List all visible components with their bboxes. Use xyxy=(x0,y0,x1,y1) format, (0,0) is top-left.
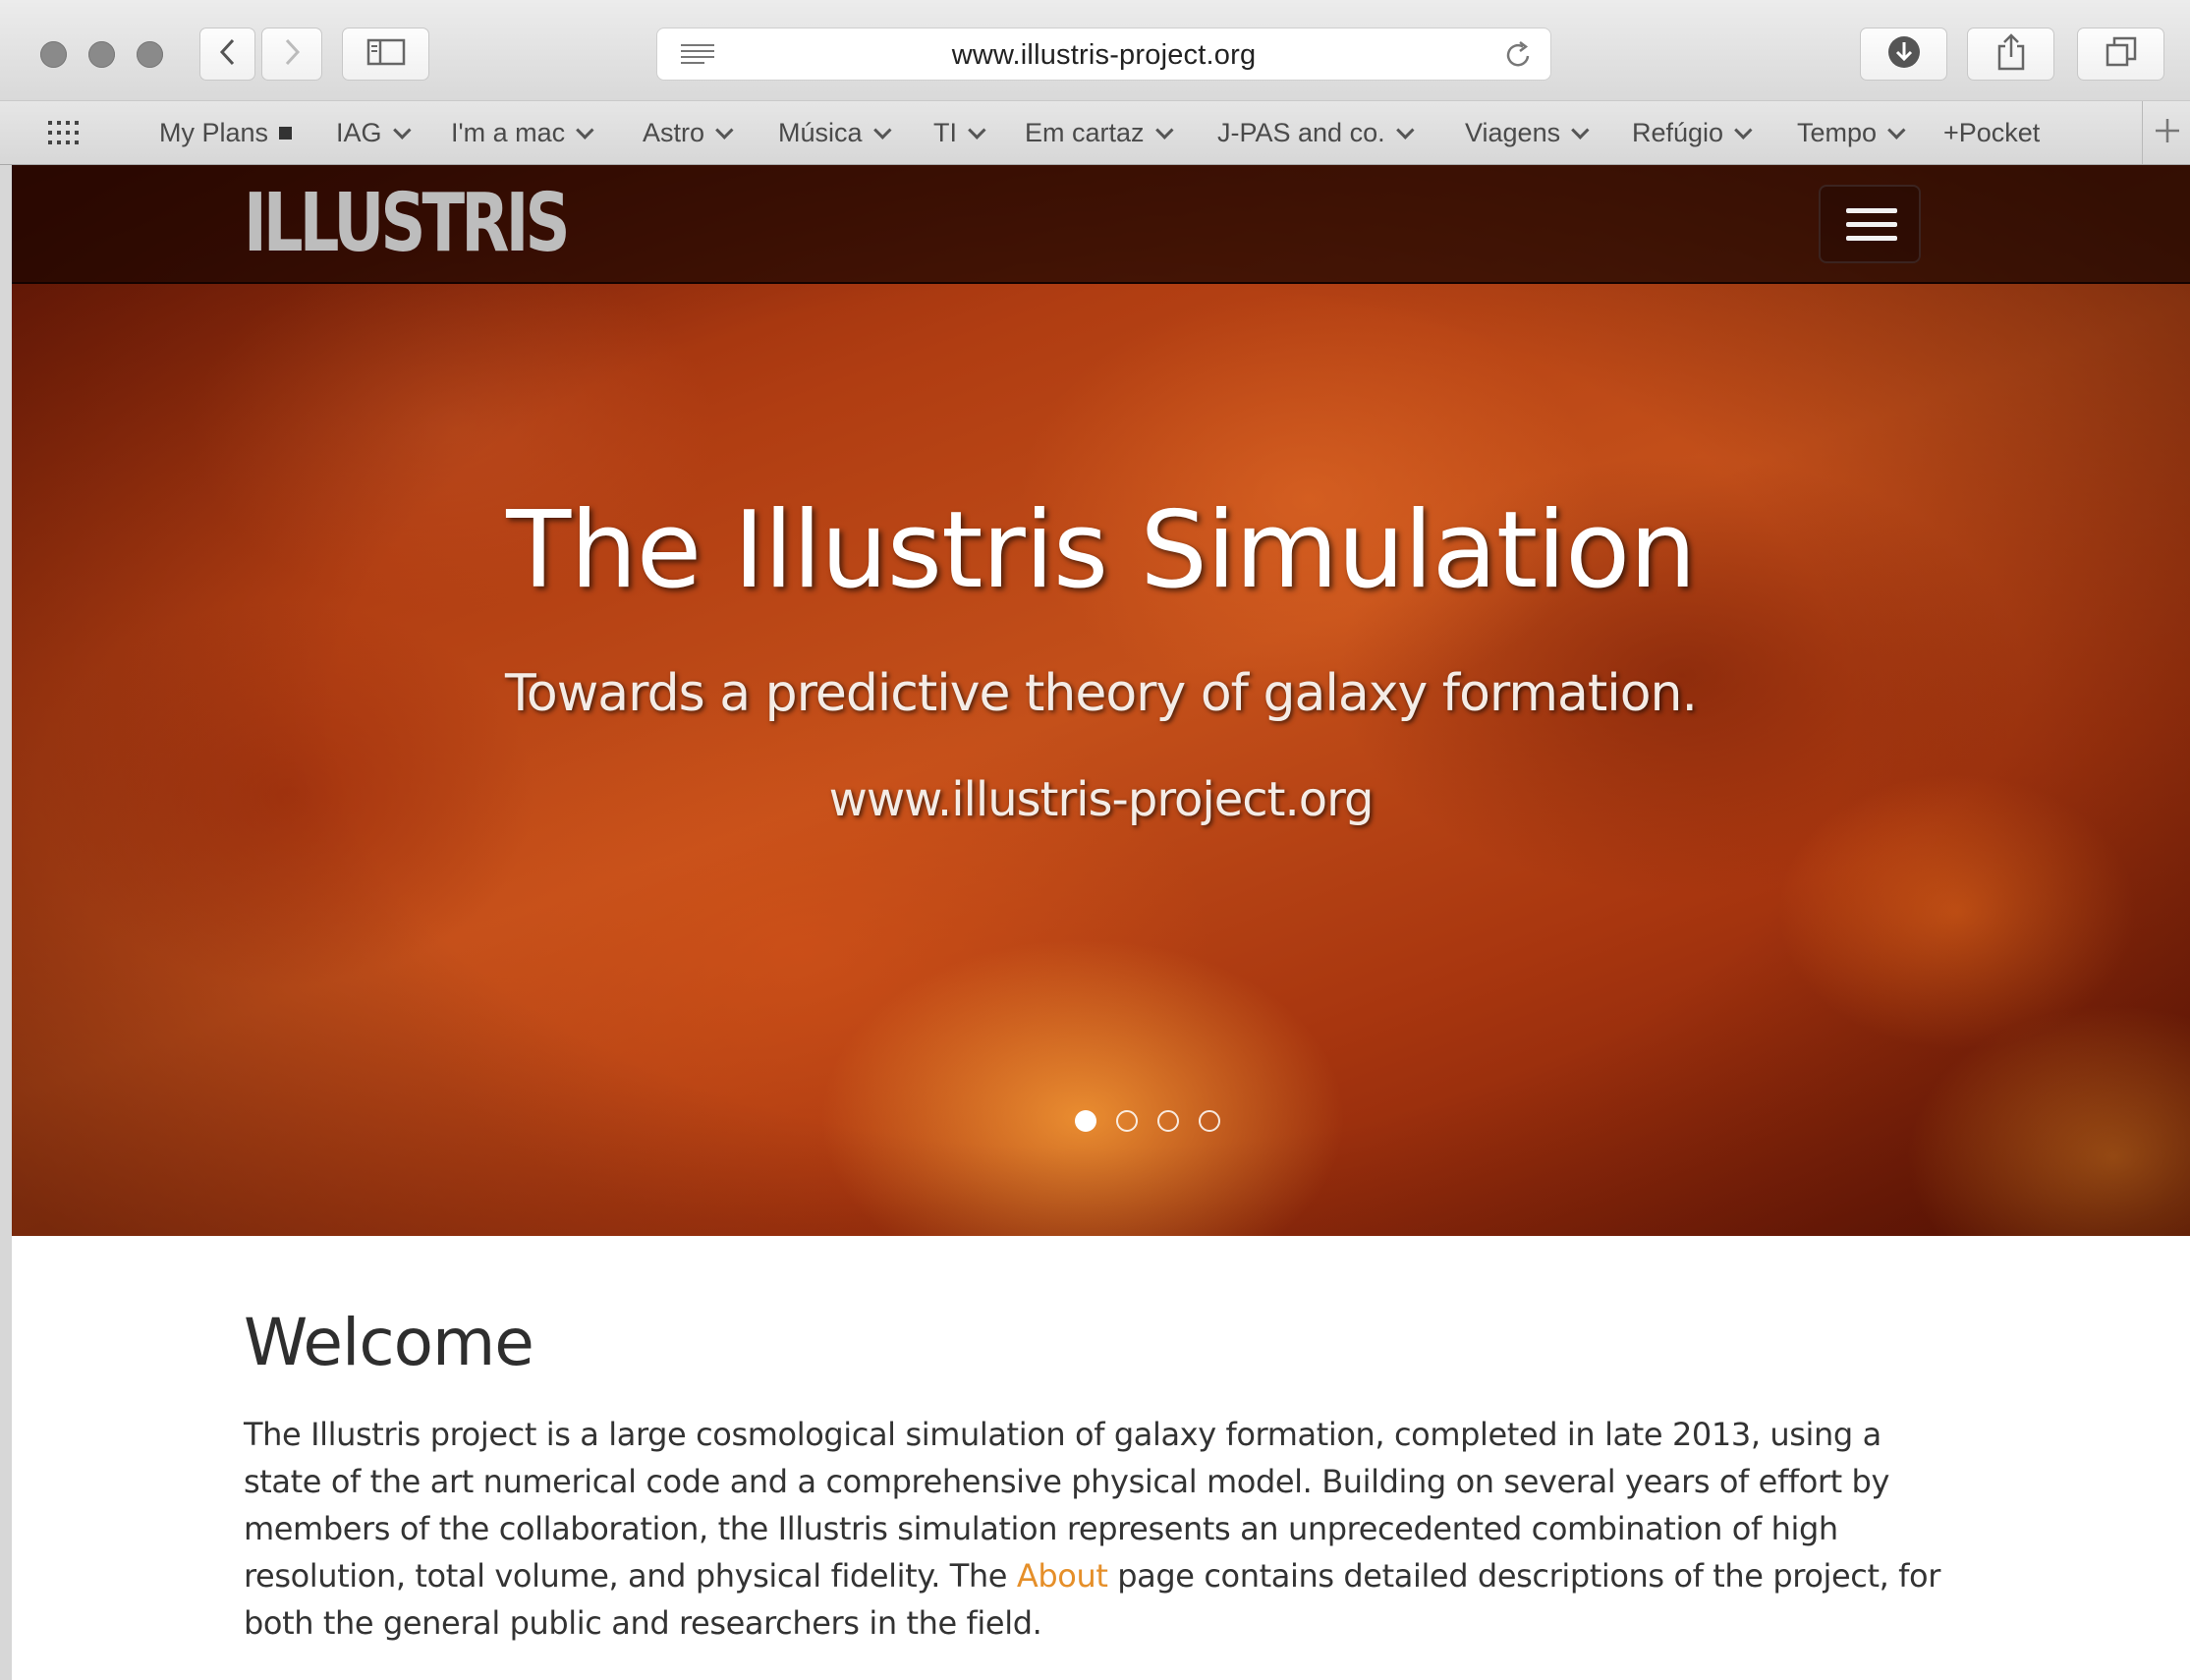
site-logo[interactable]: ILLUSTRIS xyxy=(244,184,571,264)
hero-subtitle: Towards a predictive theory of galaxy fo… xyxy=(504,664,1698,723)
bookmark-folder-tempo[interactable]: Tempo xyxy=(1797,101,1906,164)
bookmark-label: Música xyxy=(778,118,863,147)
bookmark-folder-jpas[interactable]: J-PAS and co. xyxy=(1217,101,1415,164)
chevron-down-icon xyxy=(872,120,892,140)
share-button[interactable] xyxy=(1967,28,2054,81)
bookmark-folder-im-a-mac[interactable]: I'm a mac xyxy=(451,101,594,164)
square-icon xyxy=(279,126,293,140)
bookmark-label: Refúgio xyxy=(1632,118,1724,147)
share-icon xyxy=(1995,32,2027,77)
bookmark-folder-iag[interactable]: IAG xyxy=(336,101,412,164)
browser-window: www.illustris-project.org My Plans IAG I… xyxy=(0,0,2190,1680)
bookmark-label: IAG xyxy=(336,118,382,147)
hero-carousel: ILLUSTRIS The Illustris Simulation Towar… xyxy=(12,165,2190,1236)
bookmark-folder-refugio[interactable]: Refúgio xyxy=(1632,101,1753,164)
chevron-down-icon xyxy=(1154,120,1174,140)
url-text[interactable]: www.illustris-project.org xyxy=(657,28,1550,82)
bookmark-folder-em-cartaz[interactable]: Em cartaz xyxy=(1025,101,1174,164)
welcome-paragraph: The Illustris project is a large cosmolo… xyxy=(244,1411,1963,1647)
zoom-window-button[interactable] xyxy=(137,41,163,68)
back-icon xyxy=(218,37,238,72)
bookmark-label: Em cartaz xyxy=(1025,118,1145,147)
bookmark-label: I'm a mac xyxy=(451,118,566,147)
back-button[interactable] xyxy=(199,28,255,81)
carousel-dot[interactable] xyxy=(1199,1110,1220,1132)
welcome-heading: Welcome xyxy=(244,1305,534,1380)
bookmark-folder-ti[interactable]: TI xyxy=(933,101,986,164)
bookmark-folder-viagens[interactable]: Viagens xyxy=(1465,101,1590,164)
sidebar-button[interactable] xyxy=(342,28,429,81)
bookmark-folder-musica[interactable]: Música xyxy=(778,101,892,164)
address-bar[interactable]: www.illustris-project.org xyxy=(656,28,1551,81)
carousel-dot[interactable] xyxy=(1116,1110,1138,1132)
bookmark-pocket[interactable]: +Pocket xyxy=(1943,101,2040,164)
close-window-button[interactable] xyxy=(40,41,67,68)
tabs-icon xyxy=(2105,35,2138,74)
carousel-dot[interactable] xyxy=(1075,1110,1096,1132)
tabs-overview-button[interactable] xyxy=(2077,28,2164,81)
forward-icon xyxy=(282,37,302,72)
chevron-down-icon xyxy=(392,120,412,140)
web-page: ILLUSTRIS The Illustris Simulation Towar… xyxy=(12,165,2190,1680)
bookmark-label: Viagens xyxy=(1465,118,1561,147)
bookmark-label: My Plans xyxy=(159,118,269,147)
bookmark-label: J-PAS and co. xyxy=(1217,118,1385,147)
window-edge xyxy=(0,165,12,1680)
browser-toolbar: www.illustris-project.org xyxy=(0,0,2190,100)
bookmark-folder-astro[interactable]: Astro xyxy=(643,101,734,164)
bookmark-my-plans[interactable]: My Plans xyxy=(159,101,293,164)
chevron-down-icon xyxy=(1887,120,1906,140)
carousel-dot[interactable] xyxy=(1157,1110,1179,1132)
minimize-window-button[interactable] xyxy=(88,41,115,68)
chevron-down-icon xyxy=(715,120,734,140)
forward-button[interactable] xyxy=(261,28,322,81)
bookmarks-bar: My Plans IAG I'm a mac Astro Música TI E… xyxy=(0,100,2190,165)
chevron-down-icon xyxy=(968,120,986,140)
bookmark-label: Astro xyxy=(643,118,705,147)
downloads-button[interactable] xyxy=(1860,28,1947,81)
bookmark-label: +Pocket xyxy=(1943,118,2041,147)
hero-url: www.illustris-project.org xyxy=(828,772,1375,827)
sidebar-icon xyxy=(366,38,406,71)
chevron-down-icon xyxy=(1395,120,1415,140)
new-tab-button[interactable] xyxy=(2142,101,2190,164)
bookmark-label: TI xyxy=(933,118,957,147)
chevron-down-icon xyxy=(1571,120,1590,140)
apps-grid-icon[interactable] xyxy=(47,119,86,153)
chevron-down-icon xyxy=(1734,120,1753,140)
reload-icon[interactable] xyxy=(1503,39,1535,76)
hero-title: The Illustris Simulation xyxy=(506,489,1696,612)
menu-toggle-button[interactable] xyxy=(1819,185,1921,263)
chevron-down-icon xyxy=(576,120,594,140)
about-link[interactable]: About xyxy=(1017,1557,1108,1595)
bookmark-label: Tempo xyxy=(1797,118,1878,147)
download-icon xyxy=(1886,34,1922,75)
carousel-indicators xyxy=(1075,1110,1220,1134)
add-icon xyxy=(2154,117,2181,149)
site-navbar: ILLUSTRIS xyxy=(12,165,2190,284)
